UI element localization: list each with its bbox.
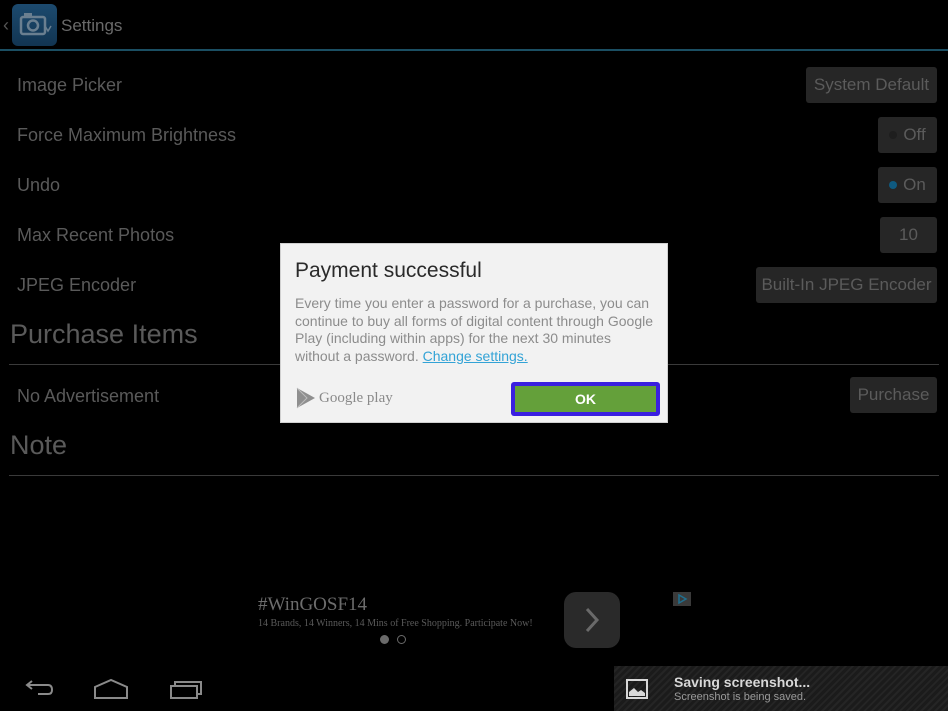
undo-value: On [903, 175, 926, 194]
max-recent-photos-button[interactable]: 10 [880, 217, 937, 253]
ok-button-label: OK [575, 391, 596, 407]
ad-page-dot-inactive [397, 635, 406, 644]
ad-page-dot-active [380, 635, 389, 644]
section-title-note: Note [10, 430, 68, 460]
setting-label-no-advertisement: No Advertisement [17, 386, 160, 406]
setting-label-undo: Undo [17, 175, 61, 195]
toggle-indicator-off-icon [889, 131, 898, 139]
dialog-body: Every time you enter a password for a pu… [295, 295, 657, 365]
ad-banner[interactable]: #WinGOSF14 14 Brands, 14 Winners, 14 Min… [258, 594, 533, 629]
ok-button[interactable]: OK [515, 386, 656, 412]
setting-label-image-picker: Image Picker [17, 75, 123, 95]
google-play-triangle-icon [296, 387, 315, 409]
purchase-button-label: Purchase [857, 385, 930, 404]
ad-choices-icon[interactable] [673, 592, 691, 606]
notification-subtitle: Screenshot is being saved. [674, 691, 807, 703]
setting-label-jpeg-encoder: JPEG Encoder [17, 275, 137, 295]
max-recent-photos-value: 10 [899, 225, 918, 244]
ad-page-indicator [380, 635, 406, 644]
nav-recents-icon[interactable] [169, 676, 203, 702]
change-settings-link[interactable]: Change settings. [423, 348, 528, 364]
screenshot-notification[interactable]: Saving screenshot... Screenshot is being… [614, 666, 948, 711]
notification-title: Saving screenshot... [674, 674, 811, 690]
setting-label-force-max-brightness: Force Maximum Brightness [17, 125, 237, 145]
action-bar-divider [0, 49, 948, 51]
nav-home-icon[interactable] [93, 676, 129, 702]
camera-app-icon[interactable] [12, 4, 57, 46]
setting-label-max-recent-photos: Max Recent Photos [17, 225, 175, 245]
google-play-brand-text: Google play [319, 389, 393, 406]
purchase-button[interactable]: Purchase [850, 377, 937, 413]
dialog-title: Payment successful [295, 259, 482, 282]
ad-title: #WinGOSF14 [258, 594, 368, 615]
toggle-indicator-on-icon [889, 181, 898, 189]
section-title-purchase-items: Purchase Items [10, 319, 198, 349]
chevron-right-icon [585, 607, 600, 633]
ad-next-button[interactable] [564, 592, 620, 648]
back-chevron-icon[interactable]: ‹ [3, 15, 9, 36]
jpeg-encoder-value: Built-In JPEG Encoder [761, 275, 932, 294]
nav-back-icon[interactable] [20, 676, 54, 702]
system-navigation-bar [0, 666, 600, 711]
image-icon [626, 679, 648, 699]
force-brightness-toggle[interactable]: Off [878, 117, 937, 153]
image-picker-value: System Default [813, 75, 930, 94]
section-divider [9, 475, 939, 476]
image-picker-button[interactable]: System Default [806, 67, 937, 103]
page-title: Settings [61, 16, 123, 35]
payment-successful-dialog: Payment successful Every time you enter … [280, 243, 668, 423]
undo-toggle[interactable]: On [878, 167, 937, 203]
ad-subtitle: 14 Brands, 14 Winners, 14 Mins of Free S… [258, 618, 533, 629]
force-brightness-value: Off [903, 125, 926, 144]
google-play-logo: Google play [295, 387, 393, 409]
jpeg-encoder-button[interactable]: Built-In JPEG Encoder [756, 267, 937, 303]
action-bar: ‹ Settings [0, 0, 948, 51]
ok-button-focus-ring: OK [511, 382, 660, 416]
